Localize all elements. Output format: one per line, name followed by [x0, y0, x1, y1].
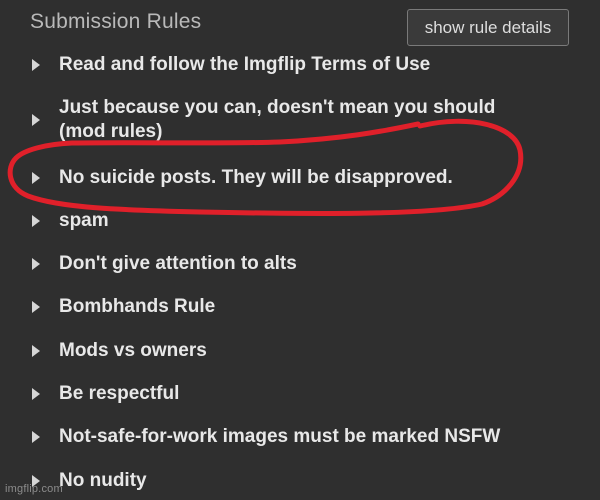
expand-triangle-icon[interactable]: [32, 431, 40, 443]
expand-triangle-icon[interactable]: [32, 301, 40, 313]
submission-rules-panel: Submission Rules show rule details Read …: [0, 0, 600, 500]
rule-item[interactable]: Read and follow the Imgflip Terms of Use: [30, 53, 570, 79]
rule-label: No suicide posts. They will be disapprov…: [59, 167, 453, 188]
rule-label: Just because you can, doesn't mean you s…: [59, 97, 496, 118]
expand-triangle-icon[interactable]: [32, 215, 40, 227]
rule-item[interactable]: Just because you can, doesn't mean you s…: [30, 96, 570, 146]
rule-item[interactable]: spam: [30, 209, 570, 235]
rule-label: No nudity: [59, 470, 147, 491]
rule-label: Be respectful: [59, 383, 180, 404]
expand-triangle-icon[interactable]: [32, 345, 40, 357]
rule-item[interactable]: No nudity: [30, 469, 570, 495]
rule-item[interactable]: Be respectful: [30, 382, 570, 408]
expand-triangle-icon[interactable]: [32, 258, 40, 270]
expand-triangle-icon[interactable]: [32, 59, 40, 71]
rule-label: Mods vs owners: [59, 340, 207, 361]
expand-triangle-icon[interactable]: [32, 388, 40, 400]
rule-item[interactable]: No suicide posts. They will be disapprov…: [30, 166, 570, 192]
rule-label: spam: [59, 210, 109, 231]
rule-item[interactable]: Not-safe-for-work images must be marked …: [30, 425, 570, 451]
rule-label: Not-safe-for-work images must be marked …: [59, 426, 501, 447]
expand-triangle-icon[interactable]: [32, 172, 40, 184]
rule-item[interactable]: Don't give attention to alts: [30, 252, 570, 278]
rule-label: Don't give attention to alts: [59, 253, 297, 274]
rule-item[interactable]: Bombhands Rule: [30, 295, 570, 321]
rule-label: Bombhands Rule: [59, 296, 216, 317]
imgflip-watermark: imgflip.com: [5, 483, 63, 495]
rule-item[interactable]: Mods vs owners: [30, 339, 570, 365]
expand-triangle-icon[interactable]: [32, 114, 40, 126]
rules-list: Read and follow the Imgflip Terms of Use…: [0, 0, 600, 500]
rule-label-continued: (mod rules): [59, 121, 163, 142]
rule-label: Read and follow the Imgflip Terms of Use: [59, 54, 431, 75]
